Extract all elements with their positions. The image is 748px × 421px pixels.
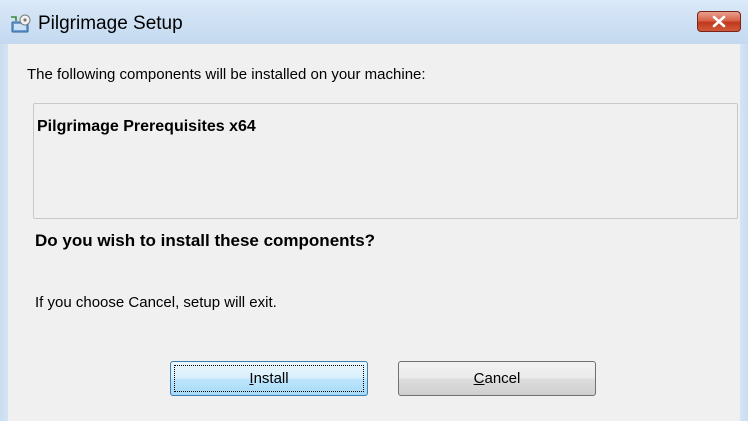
close-icon <box>712 15 726 28</box>
install-button[interactable]: Install <box>170 361 368 396</box>
install-button-label: Install <box>249 370 288 387</box>
intro-label: The following components will be install… <box>27 66 426 83</box>
title-bar[interactable]: Pilgrimage Setup <box>0 0 748 44</box>
cancel-note: If you choose Cancel, setup will exit. <box>35 294 277 311</box>
setup-installer-icon <box>10 14 32 34</box>
window-title: Pilgrimage Setup <box>38 13 183 34</box>
install-label-rest: nstall <box>253 370 289 387</box>
window-frame-right <box>740 44 748 421</box>
install-question: Do you wish to install these components? <box>35 231 376 250</box>
window-frame-left <box>0 44 8 421</box>
setup-dialog: Pilgrimage Setup The following component… <box>0 0 748 421</box>
cancel-button[interactable]: Cancel <box>398 361 596 396</box>
cancel-accelerator: C <box>473 370 485 387</box>
cancel-button-label: Cancel <box>474 370 521 387</box>
cancel-label-rest: ancel <box>484 370 521 387</box>
close-button[interactable] <box>697 11 741 32</box>
component-item: Pilgrimage Prerequisites x64 <box>37 118 256 135</box>
